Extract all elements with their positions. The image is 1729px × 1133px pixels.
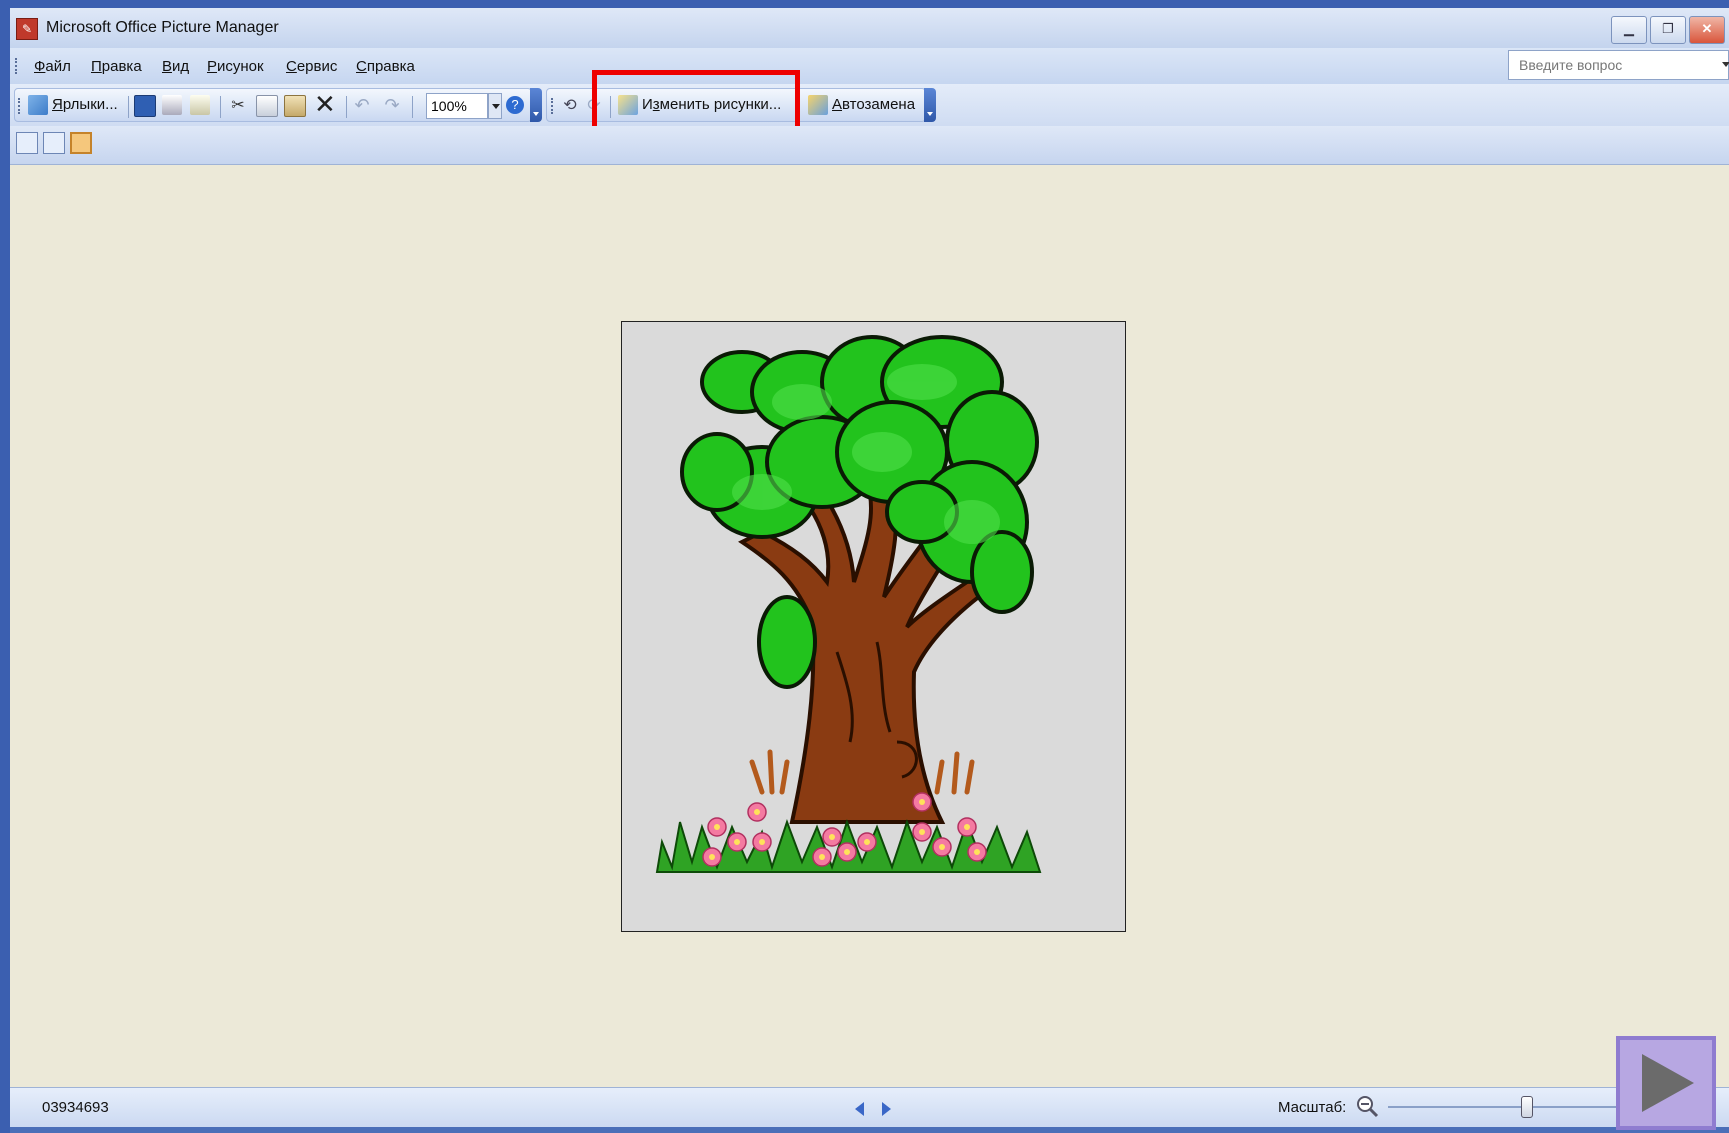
chevron-down-icon[interactable]: [1722, 62, 1729, 67]
rotate-left-icon[interactable]: ⟲: [560, 95, 580, 115]
menu-picture[interactable]: Рисунок: [207, 58, 264, 75]
toolbar-grip[interactable]: [18, 98, 24, 114]
status-bar: 03934693 Масштаб:: [10, 1087, 1729, 1128]
close-button[interactable]: ✕: [1689, 16, 1725, 44]
title-bar: ✎ Microsoft Office Picture Manager ▁ ❐ ✕: [10, 8, 1729, 48]
autocorrect-button[interactable]: Автозамена: [832, 96, 915, 113]
picture-preview[interactable]: [621, 321, 1126, 932]
menu-edit[interactable]: Правка: [91, 58, 142, 75]
toolbar-separator: [128, 96, 129, 118]
tree-illustration: [655, 335, 1042, 873]
print-icon[interactable]: [162, 95, 182, 115]
application-window: ✎ Microsoft Office Picture Manager ▁ ❐ ✕…: [0, 0, 1729, 1133]
toolbar-separator: [412, 96, 413, 118]
toolbar-options-button[interactable]: [530, 88, 542, 122]
file-name: 03934693: [42, 1099, 109, 1116]
view-bar: [10, 126, 1729, 165]
zoom-input[interactable]: 100%: [426, 93, 488, 119]
menu-bar: Файл Правка Вид Рисунок Сервис Справка В…: [10, 48, 1729, 84]
menu-tools[interactable]: Сервис: [286, 58, 337, 75]
single-picture-view-icon[interactable]: [70, 132, 92, 154]
next-slide-button[interactable]: [1616, 1036, 1716, 1130]
menu-file[interactable]: Файл: [34, 58, 71, 75]
close-icon: ✕: [1701, 21, 1713, 36]
filmstrip-view-icon[interactable]: [43, 132, 65, 154]
save-icon[interactable]: [134, 95, 156, 117]
cut-icon[interactable]: ✂: [228, 95, 248, 115]
menubar-grip[interactable]: [15, 58, 21, 74]
picture-manager-icon[interactable]: ✎: [16, 18, 38, 40]
help-icon[interactable]: ?: [506, 96, 524, 114]
zoom-label: Масштаб:: [1278, 1099, 1347, 1116]
copy-icon[interactable]: [256, 95, 278, 117]
previous-picture-icon[interactable]: [855, 1102, 864, 1116]
menu-view[interactable]: Вид: [162, 58, 189, 75]
taskbar-strip: [10, 1127, 1729, 1133]
play-next-icon: [1642, 1054, 1694, 1112]
zoom-dropdown-button[interactable]: [488, 93, 502, 119]
minimize-icon: ▁: [1624, 21, 1634, 36]
restore-button[interactable]: ❐: [1650, 16, 1686, 44]
toolbar-options-button[interactable]: [924, 88, 936, 122]
next-picture-icon[interactable]: [882, 1102, 891, 1116]
redo-icon[interactable]: ↷: [382, 95, 402, 115]
minimize-button[interactable]: ▁: [1611, 16, 1647, 44]
email-icon[interactable]: [190, 95, 210, 115]
toolbar-grip[interactable]: [551, 98, 557, 114]
toolbar-separator: [346, 96, 347, 118]
restore-icon: ❐: [1662, 21, 1674, 36]
thumbnail-view-icon[interactable]: [16, 132, 38, 154]
zoom-slider-track[interactable]: [1388, 1106, 1628, 1108]
shortcuts-icon[interactable]: [28, 95, 48, 115]
shortcuts-button[interactable]: Ярлыки...: [52, 96, 118, 113]
delete-icon[interactable]: ✕: [314, 91, 336, 117]
toolbar-separator: [220, 96, 221, 118]
window-title: Microsoft Office Picture Manager: [46, 19, 279, 36]
paste-icon[interactable]: [284, 95, 306, 117]
zoom-slider-thumb[interactable]: [1521, 1096, 1534, 1118]
menu-help[interactable]: Справка: [356, 58, 415, 75]
ask-question-input[interactable]: Введите вопрос: [1508, 50, 1729, 80]
zoom-out-icon[interactable]: [1355, 1094, 1381, 1120]
highlight-frame: [592, 70, 800, 134]
undo-icon[interactable]: ↶: [352, 95, 372, 115]
autocorrect-icon: [808, 95, 828, 115]
standard-toolbar: Ярлыки... ✂ ✕ ↶ ↷ 100% ? ⟲ ⟳ Изменить ри…: [10, 84, 1729, 126]
